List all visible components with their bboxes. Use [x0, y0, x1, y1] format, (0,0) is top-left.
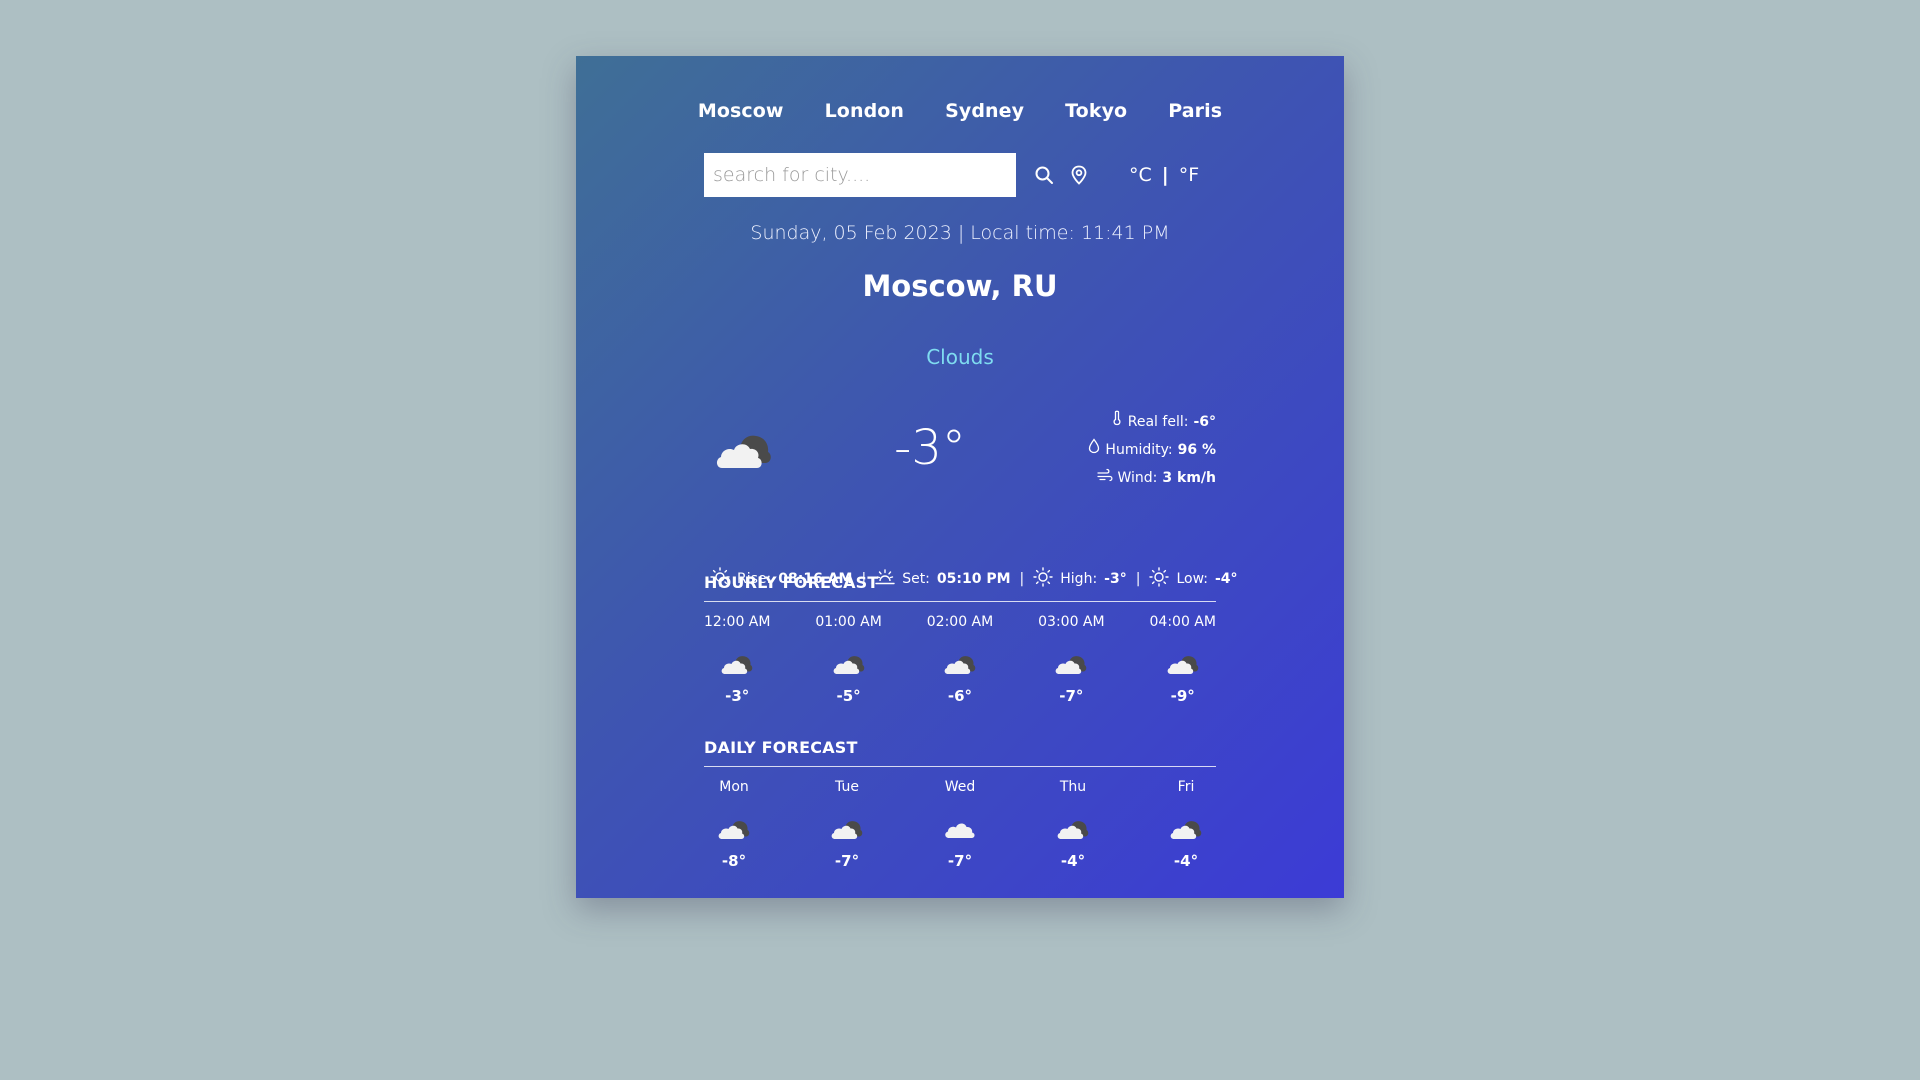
humidity-value: 96 %: [1177, 442, 1216, 458]
current-weather: -3° Real fell: -6° Humidity: 96 % Wind: …: [704, 408, 1216, 488]
daily-item: Thu -4°: [1043, 779, 1103, 870]
hourly-item: 01:00 AM -5°: [815, 614, 881, 705]
city-tab-moscow[interactable]: Moscow: [698, 100, 784, 122]
broken-clouds-icon: [1054, 650, 1088, 678]
wind-value: 3 km/h: [1162, 470, 1216, 486]
broken-clouds-icon: [1169, 815, 1203, 843]
day-temperature: -7°: [947, 852, 973, 870]
daily-forecast-title: DAILY FORECAST: [704, 738, 1216, 767]
hourly-forecast-title: HOURLY FORECAST: [704, 573, 1216, 602]
search-icon[interactable]: [1032, 163, 1056, 187]
local-datetime: Sunday, 05 Feb 2023 | Local time: 11:41 …: [750, 222, 1170, 244]
thermometer-icon: [1111, 408, 1123, 436]
city-tabs: Moscow London Sydney Tokyo Paris: [576, 100, 1344, 122]
city-tab-sydney[interactable]: Sydney: [945, 100, 1024, 122]
hour-temperature: -7°: [1059, 687, 1084, 705]
broken-clouds-icon: [832, 650, 866, 678]
broken-clouds-icon: [1166, 650, 1200, 678]
hour-temperature: -3°: [725, 687, 750, 705]
weather-condition: Clouds: [926, 345, 994, 369]
broken-clouds-icon: [1056, 815, 1090, 843]
wind-label: Wind:: [1117, 470, 1158, 486]
broken-clouds-icon: [830, 815, 864, 843]
daily-item: Tue -7°: [817, 779, 877, 870]
broken-clouds-icon: [720, 650, 754, 678]
real-feel-value: -6°: [1193, 414, 1216, 430]
hourly-item: 02:00 AM -6°: [927, 614, 993, 705]
hourly-forecast: 12:00 AM -3° 01:00 AM -5° 02:00 AM -6° 0…: [704, 614, 1216, 705]
daily-item: Mon -8°: [704, 779, 764, 870]
current-temperature: -3°: [894, 420, 966, 476]
daily-forecast: Mon -8° Tue -7° Wed -7° Thu -4° Fri -4°: [704, 779, 1216, 870]
real-feel-row: Real fell: -6°: [1088, 408, 1216, 436]
weather-card: Moscow London Sydney Tokyo Paris °C | °F…: [576, 56, 1344, 898]
city-tab-paris[interactable]: Paris: [1168, 100, 1222, 122]
hour-label: 04:00 AM: [1149, 614, 1216, 630]
weather-details: Real fell: -6° Humidity: 96 % Wind: 3 km…: [1088, 408, 1216, 492]
celsius-button[interactable]: °C: [1129, 164, 1152, 186]
humidity-label: Humidity:: [1105, 442, 1173, 458]
hour-label: 12:00 AM: [704, 614, 771, 630]
wind-icon: [1096, 464, 1113, 492]
hour-label: 01:00 AM: [815, 614, 882, 630]
real-feel-label: Real fell:: [1127, 414, 1189, 430]
day-temperature: -4°: [1173, 852, 1199, 870]
humidity-row: Humidity: 96 %: [1088, 436, 1216, 464]
hourly-item: 03:00 AM -7°: [1038, 614, 1104, 705]
hourly-item: 04:00 AM -9°: [1150, 614, 1216, 705]
hour-temperature: -9°: [1170, 687, 1195, 705]
search-input[interactable]: [704, 153, 1016, 197]
day-temperature: -7°: [834, 852, 860, 870]
low-value: -4°: [1214, 571, 1238, 587]
location-title: Moscow, RU: [862, 269, 1058, 303]
day-label: Wed: [944, 779, 976, 795]
unit-toggle: °C | °F: [1129, 164, 1199, 186]
day-temperature: -8°: [721, 852, 747, 870]
day-label: Fri: [1177, 779, 1195, 795]
hour-temperature: -6°: [947, 687, 973, 705]
cloud-icon: [943, 815, 977, 843]
hourly-item: 12:00 AM -3°: [704, 614, 770, 705]
broken-clouds-icon: [714, 428, 774, 476]
search-row: °C | °F: [704, 153, 1216, 197]
day-label: Thu: [1059, 779, 1087, 795]
day-label: Mon: [719, 779, 749, 795]
city-tab-tokyo[interactable]: Tokyo: [1065, 100, 1127, 122]
day-label: Tue: [835, 779, 859, 795]
day-temperature: -4°: [1060, 852, 1086, 870]
broken-clouds-icon: [717, 815, 751, 843]
fahrenheit-button[interactable]: °F: [1179, 164, 1199, 186]
hour-label: 03:00 AM: [1038, 614, 1105, 630]
daily-item: Wed -7°: [930, 779, 990, 870]
broken-clouds-icon: [943, 650, 977, 678]
city-tab-london[interactable]: London: [825, 100, 904, 122]
hour-temperature: -5°: [836, 687, 861, 705]
location-pin-icon[interactable]: [1067, 163, 1091, 187]
wind-row: Wind: 3 km/h: [1088, 464, 1216, 492]
hour-label: 02:00 AM: [926, 614, 994, 630]
daily-item: Fri -4°: [1156, 779, 1216, 870]
unit-separator: |: [1161, 164, 1169, 186]
droplet-icon: [1088, 436, 1100, 464]
